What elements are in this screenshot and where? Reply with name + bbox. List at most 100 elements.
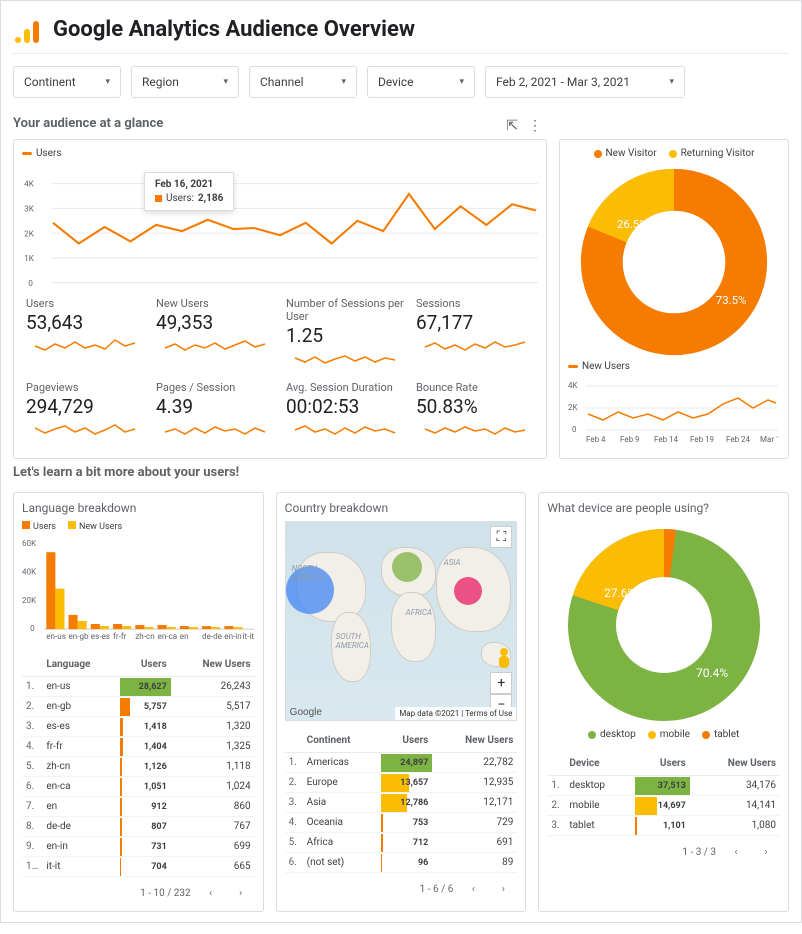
language-bar-chart[interactable]: 60K40K20K0 en-usen-gbes-esfr-frzh-cnen-c…: [22, 534, 255, 645]
svg-text:zh-cn: zh-cn: [135, 631, 154, 641]
visitor-type-card: New Visitor Returning Visitor 73.5% 26.5…: [559, 139, 789, 459]
svg-text:it-it: it-it: [243, 631, 255, 641]
svg-text:2K: 2K: [568, 403, 578, 412]
prev-button[interactable]: ‹: [201, 883, 221, 903]
kpi-bounce-rate: Bounce Rate50.83%: [412, 379, 538, 446]
section-title: Your audience at a glance: [13, 116, 789, 131]
table-row[interactable]: 2. mobile 14,697 14,141: [547, 796, 780, 816]
filter-date-range[interactable]: Feb 2, 2021 - Mar 3, 2021 ▾: [485, 66, 685, 98]
filter-continent[interactable]: Continent ▾: [13, 66, 121, 98]
table-row[interactable]: 1… it-it 704 665: [22, 857, 255, 877]
svg-text:en-ca: en-ca: [158, 631, 178, 641]
legend-label: Users: [33, 522, 56, 532]
legend-label: desktop: [600, 729, 636, 740]
table-row[interactable]: 8. de-de 807 767: [22, 817, 255, 837]
caret-down-icon: ▾: [105, 77, 110, 87]
kpi-avg-duration: Avg. Session Duration00:02:53: [282, 379, 408, 446]
device-panel: What device are people using? 70.4% 27.6…: [538, 492, 789, 912]
table-row[interactable]: 6. en-ca 1,051 1,024: [22, 777, 255, 797]
caret-down-icon: ▾: [223, 77, 228, 87]
table-row[interactable]: 1. desktop 37,513 34,176: [547, 776, 780, 796]
svg-text:Feb 19: Feb 19: [690, 435, 714, 444]
svg-text:en-in: en-in: [224, 631, 241, 641]
next-button[interactable]: ›: [756, 842, 776, 862]
share-icon[interactable]: ⇱: [506, 118, 518, 134]
svg-text:73.5%: 73.5%: [716, 293, 747, 307]
new-users-sparkline[interactable]: 4K2K0 Feb 4Feb 9Feb 14Feb 19Feb 24Mar 1: [568, 376, 778, 446]
table-row[interactable]: 4. fr-fr 1,404 1,325: [22, 737, 255, 757]
svg-text:26.5%: 26.5%: [617, 217, 648, 231]
table-row[interactable]: 7. en 912 860: [22, 797, 255, 817]
filter-region[interactable]: Region ▾: [131, 66, 239, 98]
tooltip-date: Feb 16, 2021: [155, 179, 223, 190]
prev-button[interactable]: ‹: [726, 842, 746, 862]
svg-text:0: 0: [572, 425, 577, 434]
kpi-pageviews: Pageviews294,729: [22, 379, 148, 446]
table-row[interactable]: 3. tablet 1,101 1,080: [547, 816, 780, 836]
filter-label: Region: [142, 75, 179, 89]
table-row[interactable]: 1. Americas 24,897 22,782: [285, 753, 518, 773]
svg-text:de-de: de-de: [202, 631, 222, 641]
next-button[interactable]: ›: [231, 883, 251, 903]
table-row[interactable]: 6. (not set) 96 89: [285, 853, 518, 873]
svg-text:Feb 4: Feb 4: [586, 435, 606, 444]
visitor-donut-chart[interactable]: 73.5% 26.5%: [579, 167, 769, 357]
country-panel: Country breakdown NORTHAMERICA ASIA AFRI…: [276, 492, 527, 912]
svg-text:es-es: es-es: [91, 631, 110, 641]
svg-text:3K: 3K: [24, 204, 35, 214]
filter-label: Feb 2, 2021 - Mar 3, 2021: [496, 75, 630, 89]
svg-text:4K: 4K: [568, 381, 578, 390]
continent-table: ContinentUsersNew Users 1. Americas 24,8…: [285, 729, 518, 873]
tooltip-value: 2,186: [198, 193, 223, 204]
table-row[interactable]: 2. en-gb 5,757 5,517: [22, 697, 255, 717]
svg-text:2K: 2K: [24, 229, 35, 239]
panel-title: Country breakdown: [285, 501, 518, 515]
table-row[interactable]: 1. en-us 28,627 26,243: [22, 677, 255, 697]
world-map[interactable]: NORTHAMERICA ASIA AFRICA SOUTHAMERICA ⛶ …: [285, 521, 518, 721]
svg-text:Feb 24: Feb 24: [726, 435, 751, 444]
kpi-new-users: New Users49,353: [152, 295, 278, 375]
filter-label: Continent: [24, 75, 76, 89]
fullscreen-button[interactable]: ⛶: [490, 526, 512, 548]
table-row[interactable]: 3. Asia 12,786 12,171: [285, 793, 518, 813]
svg-text:0: 0: [28, 279, 33, 287]
pager-text: 1 - 10 / 232: [140, 888, 191, 899]
caret-down-icon: ▾: [669, 77, 674, 87]
pager-text: 1 - 6 / 6: [420, 884, 454, 895]
caret-down-icon: ▾: [341, 77, 346, 87]
table-row[interactable]: 5. zh-cn 1,126 1,118: [22, 757, 255, 777]
svg-text:1K: 1K: [24, 254, 35, 264]
legend-label: New Users: [582, 361, 630, 372]
svg-text:20K: 20K: [22, 595, 37, 605]
svg-text:40K: 40K: [22, 566, 37, 576]
kpi-users: Users53,643: [22, 295, 148, 375]
pager-text: 1 - 3 / 3: [682, 847, 716, 858]
more-icon[interactable]: ⋮: [528, 118, 542, 134]
pegman-icon[interactable]: [496, 648, 512, 672]
device-donut-chart[interactable]: 70.4% 27.6%: [564, 525, 764, 725]
users-trend-chart[interactable]: 4K3K2K1K0 Feb 4Feb 6Feb 8Feb 10Feb 12Feb…: [22, 163, 538, 287]
table-row[interactable]: 4. Oceania 753 729: [285, 813, 518, 833]
next-button[interactable]: ›: [493, 879, 513, 899]
prev-button[interactable]: ‹: [463, 879, 483, 899]
terms-link[interactable]: Terms of Use: [465, 709, 512, 718]
filter-channel[interactable]: Channel ▾: [249, 66, 357, 98]
table-row[interactable]: 3. es-es 1,418 1,320: [22, 717, 255, 737]
svg-text:Feb 9: Feb 9: [620, 435, 640, 444]
page-title: Google Analytics Audience Overview: [53, 17, 415, 42]
svg-text:27.6%: 27.6%: [604, 586, 636, 600]
filter-bar: Continent▾ Region▾ Channel▾ Device▾ Feb …: [13, 54, 789, 110]
filter-label: Channel: [260, 75, 303, 89]
table-row[interactable]: 5. Africa 712 691: [285, 833, 518, 853]
filter-device[interactable]: Device▾: [367, 66, 475, 98]
table-row[interactable]: 9. en-in 731 699: [22, 837, 255, 857]
panel-title: What device are people using?: [547, 501, 780, 515]
svg-text:0: 0: [30, 623, 35, 633]
svg-text:Mar 1: Mar 1: [760, 435, 778, 444]
legend-label: mobile: [660, 729, 690, 740]
svg-text:fr-fr: fr-fr: [113, 631, 127, 641]
zoom-in-button[interactable]: +: [490, 672, 512, 694]
filter-label: Device: [378, 75, 414, 89]
legend-label: New Visitor: [606, 148, 657, 159]
table-row[interactable]: 2. Europe 13,657 12,935: [285, 773, 518, 793]
